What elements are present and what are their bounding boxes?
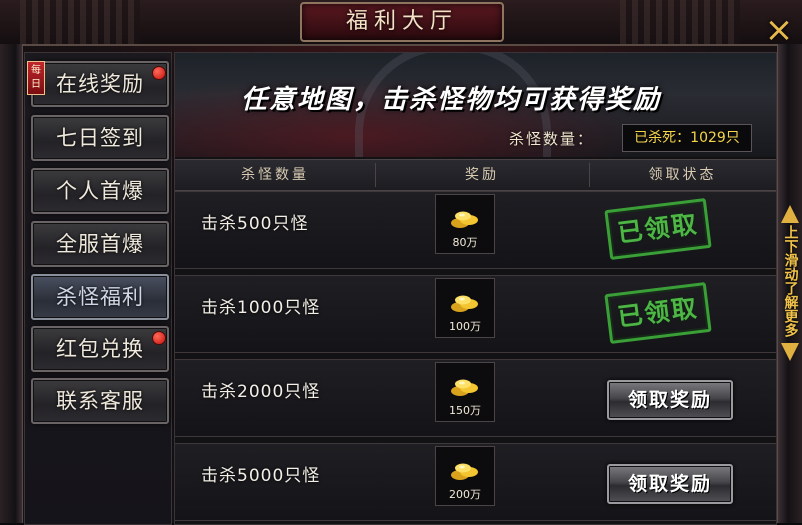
title-ornament-left <box>20 0 140 44</box>
scroll-hint[interactable]: 上下滑动了解更多 <box>780 205 800 467</box>
sidebar-item-label: 七日签到 <box>56 126 144 150</box>
reward-amount: 200万 <box>449 488 481 501</box>
sidebar-item-kill-rewards[interactable]: 杀怪福利 <box>31 274 169 320</box>
sidebar-item-seven-day-checkin[interactable]: 七日签到 <box>31 115 169 161</box>
table-row: 击杀2000只怪 150万 领取奖励 <box>175 359 776 437</box>
column-header-kill-count: 杀怪数量 <box>241 167 309 183</box>
title-ornament-right <box>620 0 740 44</box>
sidebar-item-label: 联系客服 <box>56 389 144 413</box>
gold-ingot-icon <box>451 211 478 228</box>
main-panel: 任意地图，击杀怪物均可获得奖励 杀怪数量： 已杀死：1029只 杀怪数量 奖励 … <box>174 52 777 525</box>
kill-count-label: 杀怪数量： <box>509 130 595 148</box>
reward-amount: 80万 <box>452 236 478 249</box>
sidebar-item-personal-first-drop[interactable]: 个人首爆 <box>31 168 169 214</box>
row-kill-requirement: 击杀1000只怪 <box>201 298 321 318</box>
table-row: 击杀500只怪 80万 已领取 <box>175 191 776 269</box>
title-plate: 福利大厅 <box>300 2 504 42</box>
reward-slot[interactable]: 150万 <box>435 362 495 422</box>
frame-pillar-left <box>0 44 23 523</box>
reward-slot[interactable]: 100万 <box>435 278 495 338</box>
sidebar-menu: 每日 在线奖励 七日签到 个人首爆 全服首爆 杀怪福利 红包兑换 联系客服 <box>24 52 172 525</box>
banner: 任意地图，击杀怪物均可获得奖励 杀怪数量： 已杀死：1029只 <box>175 53 776 157</box>
banner-title: 任意地图，击杀怪物均可获得奖励 <box>241 85 662 115</box>
notification-dot-icon <box>152 331 166 345</box>
sidebar-item-online-reward[interactable]: 每日 在线奖励 <box>27 61 169 107</box>
arrow-up-icon <box>781 205 799 223</box>
table-row: 击杀1000只怪 100万 已领取 <box>175 275 776 353</box>
reward-slot[interactable]: 200万 <box>435 446 495 506</box>
scroll-hint-text: 上下滑动了解更多 <box>782 225 799 337</box>
sidebar-item-customer-service[interactable]: 联系客服 <box>31 378 169 424</box>
close-icon[interactable]: × <box>760 12 798 48</box>
title-bar: 福利大厅 <box>0 0 802 46</box>
reward-amount: 150万 <box>449 404 481 417</box>
row-kill-requirement: 击杀5000只怪 <box>201 466 321 486</box>
window-title: 福利大厅 <box>345 9 458 34</box>
table-header: 杀怪数量 奖励 领取状态 <box>175 159 776 191</box>
sidebar-item-label: 红包兑换 <box>56 337 144 361</box>
reward-amount: 100万 <box>449 320 481 333</box>
claim-reward-button[interactable]: 领取奖励 <box>607 380 733 420</box>
kill-count-value: 已杀死：1029只 <box>622 124 752 152</box>
claim-reward-button[interactable]: 领取奖励 <box>607 464 733 504</box>
row-kill-requirement: 击杀500只怪 <box>201 214 309 234</box>
game-window: 福利大厅 × 每日 在线奖励 七日签到 个人首爆 全服首爆 杀怪福利 红包兑换 … <box>0 0 802 525</box>
column-header-status: 领取状态 <box>648 167 717 183</box>
sidebar-item-label: 在线奖励 <box>56 72 144 96</box>
reward-slot[interactable]: 80万 <box>435 194 495 254</box>
notification-dot-icon <box>152 66 166 80</box>
sidebar-item-red-packet-exchange[interactable]: 红包兑换 <box>31 326 169 372</box>
row-kill-requirement: 击杀2000只怪 <box>201 382 321 402</box>
gold-ingot-icon <box>451 379 478 396</box>
table-row: 击杀5000只怪 200万 领取奖励 <box>175 443 776 521</box>
sidebar-item-label: 全服首爆 <box>56 232 144 256</box>
arrow-down-icon <box>781 343 799 361</box>
claimed-stamp: 已领取 <box>604 281 712 345</box>
sidebar-item-server-first-drop[interactable]: 全服首爆 <box>31 221 169 267</box>
claimed-stamp: 已领取 <box>604 197 712 261</box>
sidebar-item-label: 杀怪福利 <box>56 285 144 309</box>
sidebar-item-label: 个人首爆 <box>56 179 144 203</box>
gold-ingot-icon <box>451 295 478 312</box>
gold-ingot-icon <box>451 463 478 480</box>
daily-tag: 每日 <box>27 61 45 95</box>
column-header-reward: 奖励 <box>465 167 499 183</box>
